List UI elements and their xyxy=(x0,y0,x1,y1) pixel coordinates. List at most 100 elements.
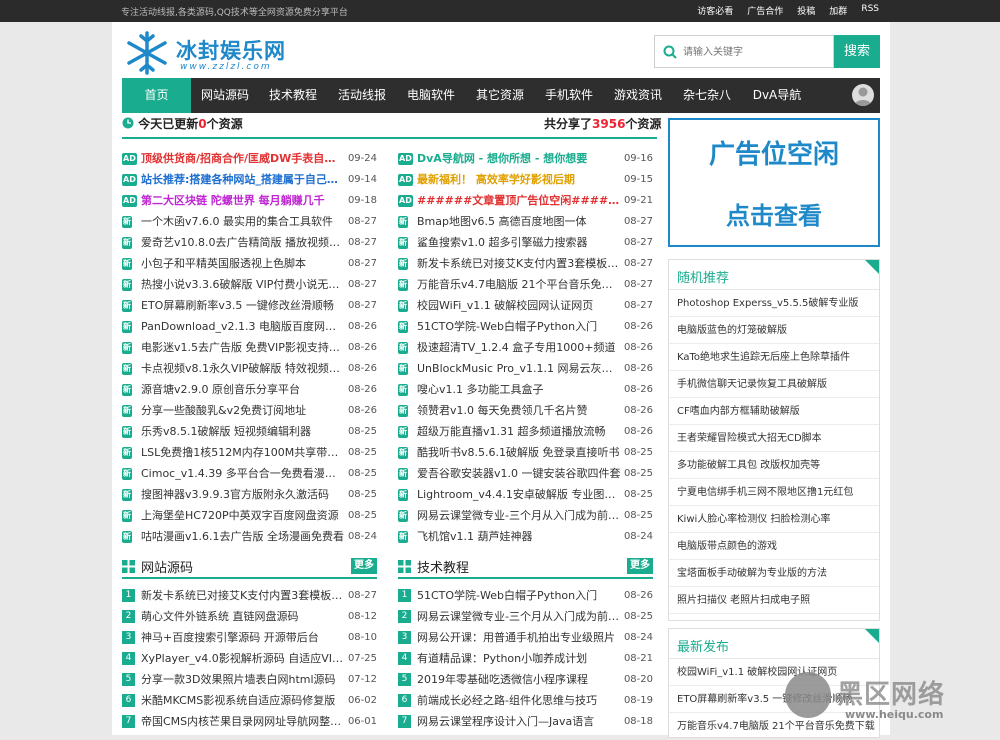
sidebar-item[interactable]: 手机微信聊天记录恢复工具破解版 xyxy=(669,371,879,398)
list-item[interactable]: 新一个木函v7.6.0 最实用的集合工具软件 08-27 xyxy=(122,211,377,232)
item-title[interactable]: 分享一款3D效果照片墙表白网html源码 xyxy=(141,669,346,690)
list-item[interactable]: AD 站长推荐:搭建各种网站_搭建属于自己的网站 09-14 xyxy=(122,169,377,190)
list-item[interactable]: 1 新发卡系统已对接艾K支付内置3套模板可用 08-27 xyxy=(122,585,377,606)
list-item[interactable]: 新卡点视频v8.1永久VIP破解版 特效视频制作 08-26 xyxy=(122,358,377,379)
item-title[interactable]: Bmap地图v6.5 高德百度地图一体 xyxy=(417,211,622,232)
list-item[interactable]: 2 网易云课堂微专业-三个月从入门成为前端工程师08-25 xyxy=(398,606,653,627)
sidebar-item[interactable]: 王者荣耀冒险模式大招无CD脚本 xyxy=(669,425,879,452)
user-avatar[interactable] xyxy=(852,84,874,106)
item-title[interactable]: 极速超清TV_1.2.4 盒子专用1000+频道 xyxy=(417,337,622,358)
top-link-ads[interactable]: 广告合作 xyxy=(747,4,783,17)
item-title[interactable]: 校园WiFi_v1.1 破解校园网认证网页 xyxy=(417,295,622,316)
item-title[interactable]: 小包子和平精英国服透视上色脚本 xyxy=(141,253,346,274)
list-item[interactable]: 新校园WiFi_v1.1 破解校园网认证网页 08-27 xyxy=(398,295,653,316)
nav-tutorials[interactable]: 技术教程 xyxy=(259,78,327,113)
list-item[interactable]: 6 前端成长必经之路-组件化思维与技巧 08-19 xyxy=(398,690,653,711)
sidebar-item[interactable]: KaTo绝地求生追踪无后座上色除草插件 xyxy=(669,344,879,371)
list-item[interactable]: 2 萌心文件外链系统 直链网盘源码 08-12 xyxy=(122,606,377,627)
list-item[interactable]: 新极速超清TV_1.2.4 盒子专用1000+频道 08-26 xyxy=(398,337,653,358)
list-item[interactable]: 新乐秀v8.5.1破解版 短视频编辑利器 08-25 xyxy=(122,421,377,442)
item-title[interactable]: Lightroom_v4.4.1安卓破解版 专业图形后期处理 xyxy=(417,484,622,505)
item-title[interactable]: 乐秀v8.5.1破解版 短视频编辑利器 xyxy=(141,421,346,442)
item-title[interactable]: 站长推荐:搭建各种网站_搭建属于自己的网站 xyxy=(141,169,346,190)
sidebar-item[interactable]: Photoshop Experss_v5.5.5破解专业版 xyxy=(669,290,879,317)
list-item[interactable]: 5 2019年零基础吃透微信小程序课程 08-20 xyxy=(398,669,653,690)
list-item[interactable]: 新源音塘v2.9.0 原创音乐分享平台 08-26 xyxy=(122,379,377,400)
item-title[interactable]: 万能音乐v4.7电脑版 21个平台音乐免费下载 xyxy=(417,274,622,295)
sidebar-item[interactable]: 电脑版带点颜色的游戏 xyxy=(669,533,879,560)
list-item[interactable]: AD ######文章置顶广告位空闲###### 09-21 xyxy=(398,190,653,211)
list-item[interactable]: AD DvA导航网 - 想你所想 - 想你想要 09-16 xyxy=(398,148,653,169)
item-title[interactable]: 热搜小说v3.3.6破解版 VIP付费小说无广告阅读 xyxy=(141,274,346,295)
list-item[interactable]: 4 XyPlayer_v4.0影视解析源码 自适应VIP影视解析07-25 xyxy=(122,648,377,669)
list-item[interactable]: 新爱奇艺v10.8.0去广告精简版 播放视频零广告 08-27 xyxy=(122,232,377,253)
item-title[interactable]: 卡点视频v8.1永久VIP破解版 特效视频制作 xyxy=(141,358,346,379)
more-button[interactable]: 更多 xyxy=(351,558,377,574)
item-title[interactable]: 2019年零基础吃透微信小程序课程 xyxy=(417,669,622,690)
sidebar-item[interactable]: 宝塔面板手动破解为专业版的方法 xyxy=(669,560,879,587)
nav-mobile[interactable]: 手机软件 xyxy=(535,78,603,113)
item-title[interactable]: 神马+百度搜索引擎源码 开源带后台 xyxy=(141,627,346,648)
list-item[interactable]: 新搜图神器v3.9.9.3官方版附永久激活码 08-25 xyxy=(122,484,377,505)
item-title[interactable]: XyPlayer_v4.0影视解析源码 自适应VIP影视解析 xyxy=(141,648,346,669)
item-title[interactable]: 咕咕漫画v1.6.1去广告版 全场漫画免费看 xyxy=(141,526,346,547)
item-title[interactable]: PanDownload_v2.1.3 电脑版百度网盘不限速 xyxy=(141,316,346,337)
list-item[interactable]: 新新发卡系统已对接艾K支付内置3套模板可用 08-27 xyxy=(398,253,653,274)
list-item[interactable]: 3 网易公开课：用普通手机拍出专业级照片 08-24 xyxy=(398,627,653,648)
list-item[interactable]: 新 Cimoc_v1.4.39 多平台合一免费看漫画app 08-25 xyxy=(122,463,377,484)
more-button[interactable]: 更多 xyxy=(627,558,653,574)
list-item[interactable]: 新 LSL免费撸1核512M内存100M共享带宽香港服务器08-25 xyxy=(122,442,377,463)
list-item[interactable]: 新上海堡垒HC720P中英双字百度网盘资源 08-25 xyxy=(122,505,377,526)
item-title[interactable]: DvA导航网 - 想你所想 - 想你想要 xyxy=(417,148,622,169)
sidebar-item[interactable]: 多功能破解工具包 改版权加壳等 xyxy=(669,452,879,479)
item-title[interactable]: 新发卡系统已对接艾K支付内置3套模板可用 xyxy=(141,585,346,606)
sidebar-item[interactable]: 宁夏电信绑手机三网不限地区撸1元红包 xyxy=(669,479,879,506)
item-title[interactable]: 一个木函v7.6.0 最实用的集合工具软件 xyxy=(141,211,346,232)
item-title[interactable]: 51CTO学院-Web白帽子Python入门 xyxy=(417,316,622,337)
item-title[interactable]: Cimoc_v1.4.39 多平台合一免费看漫画app xyxy=(141,463,346,484)
item-title[interactable]: 嗖心v1.1 多功能工具盒子 xyxy=(417,379,622,400)
nav-dva[interactable]: DvA导航 xyxy=(742,78,812,113)
list-item[interactable]: 新咕咕漫画v1.6.1去广告版 全场漫画免费看 08-24 xyxy=(122,526,377,547)
item-title[interactable]: 网易云课堂程序设计入门—Java语言 xyxy=(417,711,622,732)
item-title[interactable]: 51CTO学院-Web白帽子Python入门 xyxy=(417,585,622,606)
list-item[interactable]: 新 Lightroom_v4.4.1安卓破解版 专业图形后期处理08-25 xyxy=(398,484,653,505)
item-title[interactable]: 帝国CMS内核芒果目录网网址导航网整站源码 xyxy=(141,711,346,732)
item-title[interactable]: 顶级供货商/招商合作/匡威DW手表自有工厂 xyxy=(141,148,346,169)
search-button[interactable]: 搜索 xyxy=(834,35,880,68)
item-title[interactable]: 鲨鱼搜索v1.0 超多引擎磁力搜索器 xyxy=(417,232,622,253)
item-title[interactable]: 上海堡垒HC720P中英双字百度网盘资源 xyxy=(141,505,346,526)
search-input[interactable] xyxy=(683,44,828,60)
item-title[interactable]: UnBlockMusic Pro_v1.1.1 网易云灰色音乐解锁 xyxy=(417,358,622,379)
top-link-group[interactable]: 加群 xyxy=(829,4,847,17)
list-item[interactable]: 新分享一些酸酸乳&v2免费订阅地址 08-26 xyxy=(122,400,377,421)
list-item[interactable]: 新 51CTO学院-Web白帽子Python入门 08-26 xyxy=(398,316,653,337)
top-link-visitor[interactable]: 访客必看 xyxy=(697,4,733,17)
nav-source[interactable]: 网站源码 xyxy=(192,78,258,113)
item-title[interactable]: 分享一些酸酸乳&v2免费订阅地址 xyxy=(141,400,346,421)
list-item[interactable]: 3 神马+百度搜索引擎源码 开源带后台 08-10 xyxy=(122,627,377,648)
item-title[interactable]: 电影迷v1.5去广告版 免费VIP影视支持投屏 xyxy=(141,337,346,358)
item-title[interactable]: 爱奇艺v10.8.0去广告精简版 播放视频零广告 xyxy=(141,232,346,253)
item-title[interactable]: 酷我听书v8.5.6.1破解版 免登录直接听书 xyxy=(417,442,622,463)
list-item[interactable]: 新 ETO屏幕刷新率v3.5 一键修改丝滑顺畅 08-27 xyxy=(122,295,377,316)
item-title[interactable]: 搜图神器v3.9.9.3官方版附永久激活码 xyxy=(141,484,346,505)
item-title[interactable]: 新发卡系统已对接艾K支付内置3套模板可用 xyxy=(417,253,622,274)
item-title[interactable]: 爱吾谷歌安装器v1.0 一键安装谷歌四件套 xyxy=(417,463,622,484)
nav-games[interactable]: 游戏资讯 xyxy=(604,78,672,113)
list-item[interactable]: 新酷我听书v8.5.6.1破解版 免登录直接听书 08-25 xyxy=(398,442,653,463)
item-title[interactable]: 网易公开课：用普通手机拍出专业级照片 xyxy=(417,627,622,648)
sidebar-item[interactable]: 电脑版蓝色的灯笼破解版 xyxy=(669,317,879,344)
item-title[interactable]: ETO屏幕刷新率v3.5 一键修改丝滑顺畅 xyxy=(141,295,346,316)
item-title[interactable]: 网易云课堂微专业-三个月从入门成为前端工程师 xyxy=(417,505,622,526)
ad-banner[interactable]: 广告位空闲 点击查看 xyxy=(668,118,880,247)
item-title[interactable]: 前端成长必经之路-组件化思维与技巧 xyxy=(417,690,622,711)
site-logo[interactable]: 冰封娱乐网 www.zzlzl.com xyxy=(124,28,314,78)
list-item[interactable]: 新热搜小说v3.3.6破解版 VIP付费小说无广告阅读08-27 xyxy=(122,274,377,295)
list-item[interactable]: 新爱吾谷歌安装器v1.0 一键安装谷歌四件套 08-25 xyxy=(398,463,653,484)
nav-misc[interactable]: 杂七杂八 xyxy=(673,78,741,113)
nav-pc-software[interactable]: 电脑软件 xyxy=(397,78,465,113)
item-title[interactable]: 领赞君v1.0 每天免费领几千名片赞 xyxy=(417,400,622,421)
list-item[interactable]: 4 有道精品课：Python小咖养成计划 08-21 xyxy=(398,648,653,669)
list-item[interactable]: 新小包子和平精英国服透视上色脚本 08-27 xyxy=(122,253,377,274)
